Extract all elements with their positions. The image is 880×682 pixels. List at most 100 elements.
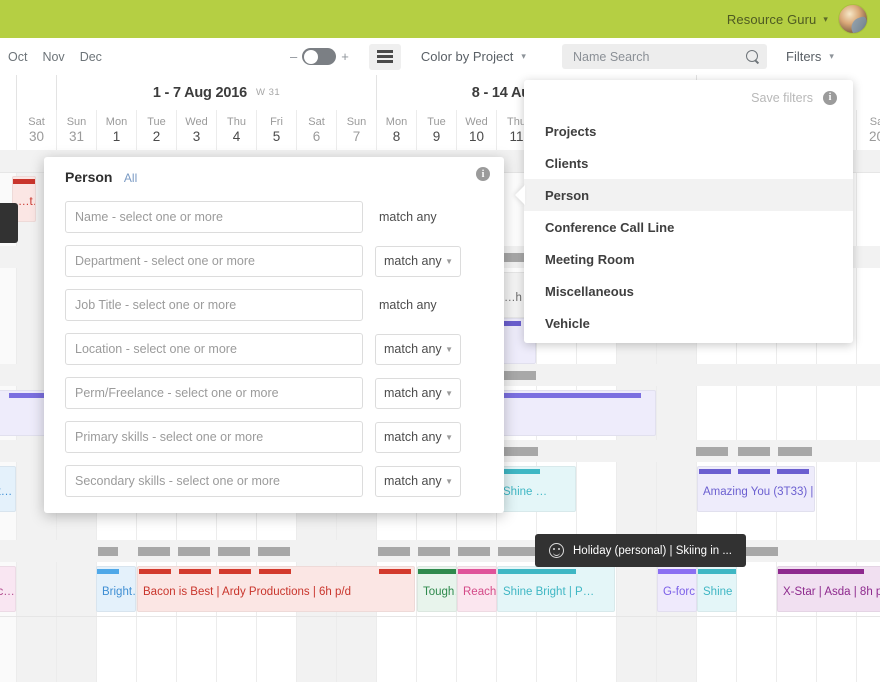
month-tab-nov[interactable]: Nov — [42, 50, 64, 64]
day-column-header[interactable]: Tue 2 — [136, 110, 176, 150]
booking-label: Tough… — [423, 586, 456, 598]
save-filters-button[interactable]: Save filters — [751, 91, 813, 105]
booking-block[interactable]: G-forc… — [657, 566, 697, 612]
filter-menu-item-vehicle[interactable]: Vehicle — [524, 307, 853, 339]
booking-block[interactable]: Amazing You (3T33) | Ani… — [697, 466, 815, 512]
filter-menu-label: Clients — [545, 155, 589, 171]
day-column-header[interactable]: Sun 7 — [336, 110, 376, 150]
filter-menu-label: Vehicle — [545, 315, 590, 331]
availability-strip — [98, 547, 118, 556]
filter-menu-item-projects[interactable]: Projects — [524, 115, 853, 147]
booking-block[interactable]: …t… — [0, 466, 16, 512]
booking-cap — [418, 569, 456, 574]
filter-menu-item-clients[interactable]: Clients — [524, 147, 853, 179]
day-column-header[interactable]: Sa 20 — [856, 110, 880, 150]
filter-menu-label: Miscellaneous — [545, 283, 634, 299]
booking-block[interactable]: Tough… — [417, 566, 457, 612]
month-tab-oct[interactable]: Oct — [8, 50, 27, 64]
booking-block[interactable]: Shine Bright | P… — [497, 566, 615, 612]
booking-block[interactable]: Bright… — [96, 566, 136, 612]
month-tabs: Oct Nov Dec — [8, 50, 102, 64]
day-name: Thu — [227, 116, 246, 128]
filters-button[interactable]: Filters ▾ — [786, 38, 834, 75]
day-column-header[interactable]: Sat 30 — [16, 110, 56, 150]
filter-row-location: match any ▼ — [44, 327, 504, 371]
department-input[interactable] — [65, 245, 363, 277]
booking-cap — [379, 569, 411, 574]
booking-cap — [458, 569, 496, 574]
day-column-header[interactable]: Thu 4 — [216, 110, 256, 150]
booking-label: Bacon is Best | Ardy Productions | 6h p/… — [143, 586, 351, 598]
booking-label: Shine … — [503, 486, 548, 498]
account-name: Resource Guru — [726, 11, 817, 27]
perm-freelance-match-select[interactable]: match any ▼ — [375, 377, 461, 409]
name-input[interactable] — [65, 201, 363, 233]
zoom-toggle[interactable] — [302, 48, 337, 65]
account-menu[interactable]: Resource Guru ▾ — [727, 12, 828, 27]
search-icon[interactable] — [746, 50, 759, 63]
day-number: 30 — [28, 129, 45, 144]
person-filter-panel: Person All i match any match any ▼ match… — [44, 157, 504, 513]
day-column-header[interactable]: Wed 10 — [456, 110, 496, 150]
person-panel-title: Person — [65, 169, 113, 185]
availability-strip — [258, 547, 290, 556]
chevron-down-icon: ▼ — [445, 432, 453, 442]
day-column-header[interactable]: Wed 3 — [176, 110, 216, 150]
booking-label: …t… — [0, 486, 13, 498]
filter-menu-label: Conference Call Line — [545, 219, 675, 235]
avatar[interactable] — [838, 4, 868, 34]
search-input[interactable] — [571, 48, 746, 65]
filter-menu-item-person[interactable]: Person — [524, 179, 853, 211]
booking-block[interactable]: …c… — [0, 566, 16, 612]
day-number: 20 — [868, 129, 880, 144]
filters-dropdown: Save filters i Projects Clients Person C… — [515, 80, 853, 343]
info-icon[interactable]: i — [476, 167, 490, 181]
booking-block[interactable]: Bacon is Best | Ardy Productions | 6h p/… — [137, 566, 415, 612]
booking-cap — [498, 469, 540, 474]
booking-label: Shine … — [703, 586, 736, 598]
booking-block[interactable]: Shine … — [497, 466, 576, 512]
primary-skills-match-select[interactable]: match any ▼ — [375, 421, 461, 453]
booking-block[interactable]: Shine … — [697, 566, 737, 612]
info-icon[interactable]: i — [823, 90, 837, 105]
filter-row-job-title: match any — [44, 283, 504, 327]
job-title-input[interactable] — [65, 289, 363, 321]
person-panel-all-link[interactable]: All — [124, 171, 137, 185]
person-panel-header: Person All i — [44, 157, 504, 195]
list-view-button[interactable] — [368, 43, 401, 70]
filter-menu-item-meeting-room[interactable]: Meeting Room — [524, 243, 853, 275]
list-icon-line — [376, 50, 393, 53]
day-number: 9 — [432, 129, 441, 144]
location-match-select[interactable]: match any ▼ — [375, 333, 461, 365]
zoom-control: – + — [290, 48, 349, 65]
zoom-out-button[interactable]: – — [290, 49, 297, 64]
week-title: 1 - 7 Aug 2016 — [152, 84, 247, 101]
month-tab-dec[interactable]: Dec — [80, 50, 102, 64]
day-column-header[interactable]: Mon 8 — [376, 110, 416, 150]
perm-freelance-input[interactable] — [65, 377, 363, 409]
booking-label: Bright… — [102, 586, 135, 598]
filter-menu-item-miscellaneous[interactable]: Miscellaneous — [524, 275, 853, 307]
day-number: 8 — [392, 129, 401, 144]
primary-skills-input[interactable] — [65, 421, 363, 453]
day-column-header[interactable]: Mon 1 — [96, 110, 136, 150]
booking-block[interactable]: Reach… — [457, 566, 497, 612]
list-icon-line — [376, 55, 393, 58]
location-input[interactable] — [65, 333, 363, 365]
secondary-skills-input[interactable] — [65, 465, 363, 497]
day-column-header[interactable]: Sun 31 — [56, 110, 96, 150]
day-column-header[interactable]: Fri 5 — [256, 110, 296, 150]
zoom-in-button[interactable]: + — [341, 49, 349, 64]
day-column-header[interactable]: Sat 6 — [296, 110, 336, 150]
search-box[interactable] — [562, 44, 767, 69]
secondary-skills-match-select[interactable]: match any ▼ — [375, 465, 461, 497]
color-by-dropdown[interactable]: Color by Project ▾ — [421, 49, 526, 64]
department-match-select[interactable]: match any ▼ — [375, 245, 461, 277]
chevron-down-icon: ▼ — [445, 256, 453, 266]
booking-block[interactable]: X-Star | Asda | 8h p/d — [777, 566, 880, 612]
filter-menu-item-conference-call-line[interactable]: Conference Call Line — [524, 211, 853, 243]
booking-cap — [778, 569, 864, 574]
day-column-header[interactable]: i 9 — [0, 110, 16, 150]
day-column-header[interactable]: Tue 9 — [416, 110, 456, 150]
booking-cap — [658, 569, 696, 574]
